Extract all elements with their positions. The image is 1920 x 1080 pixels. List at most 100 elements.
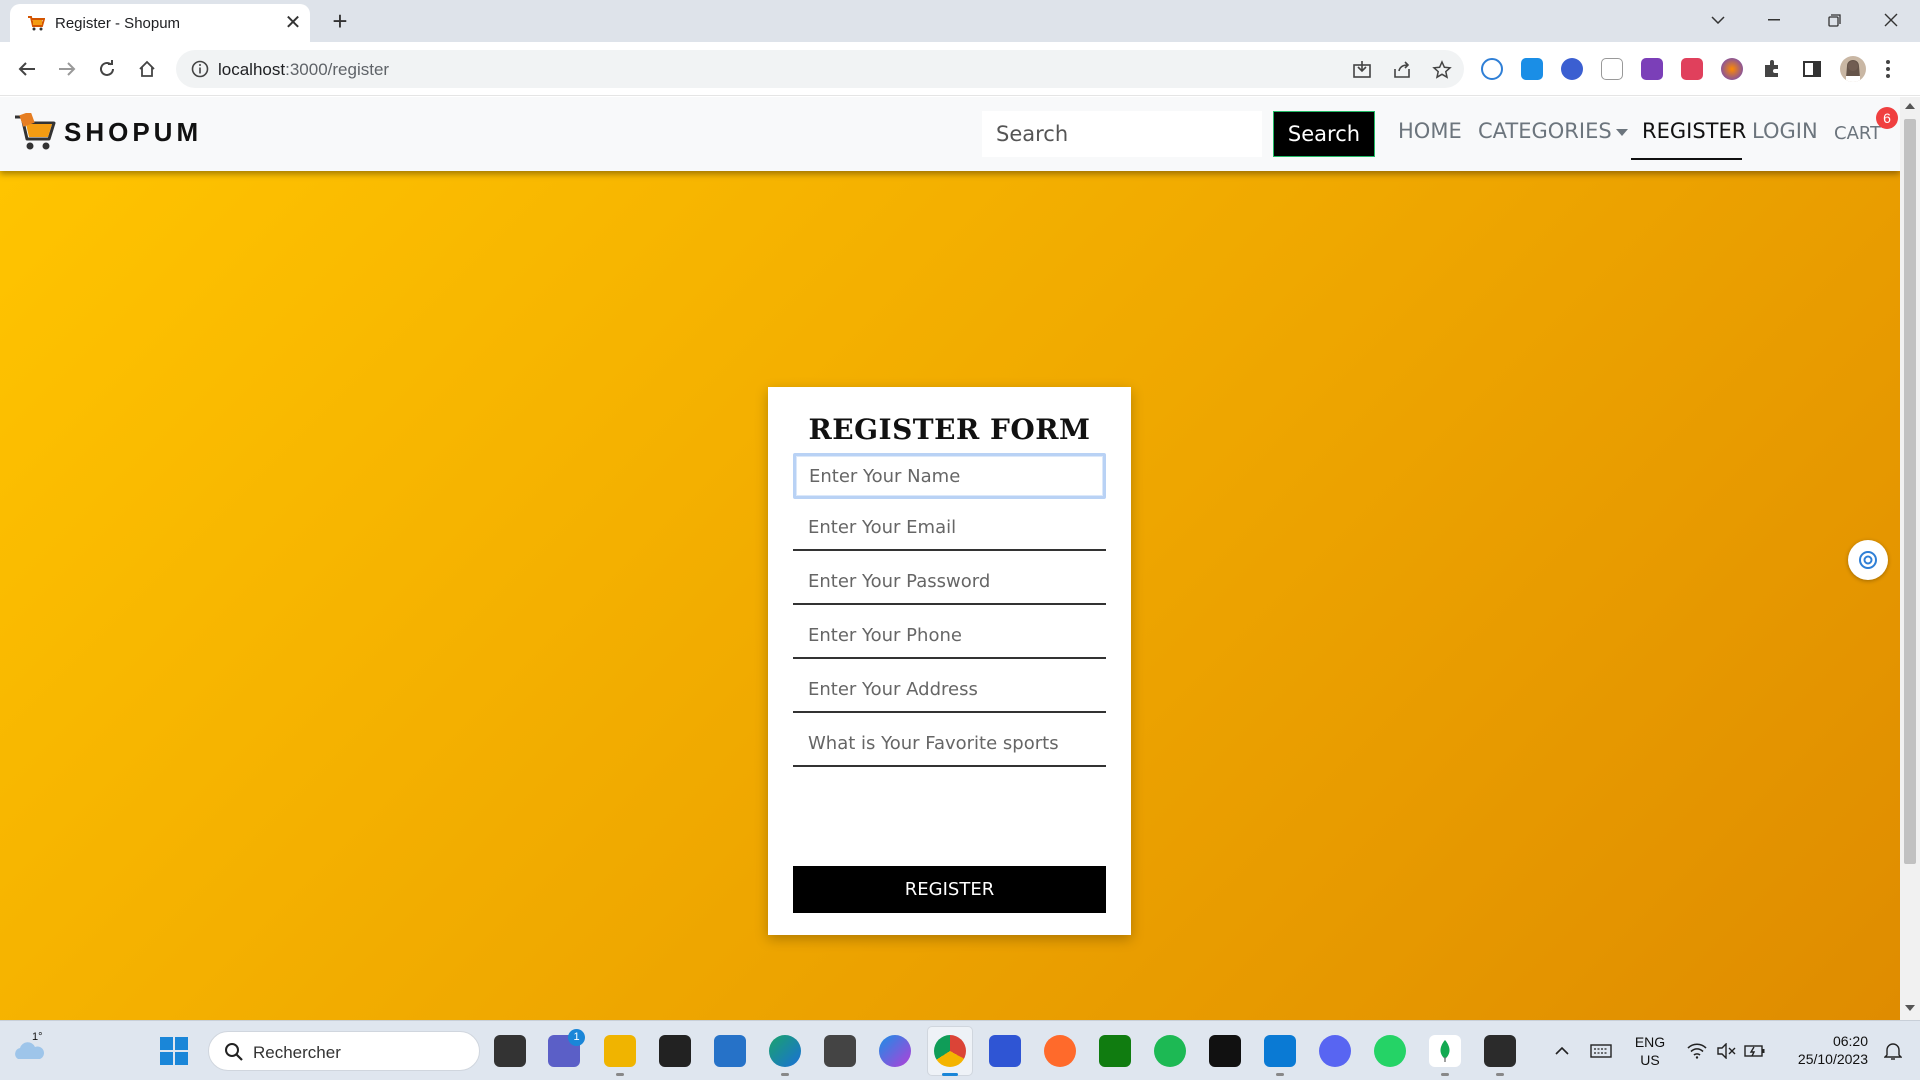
scrollbar-thumb[interactable]	[1904, 119, 1916, 864]
extension-red-icon[interactable]	[1681, 58, 1703, 80]
extensions-puzzle-icon[interactable]	[1761, 58, 1783, 80]
keyboard-icon[interactable]	[1588, 1039, 1614, 1063]
tab-close-icon[interactable]: ✕	[282, 10, 304, 36]
unity-hub-icon[interactable]	[824, 1035, 856, 1067]
system-clock[interactable]: 06:20 25/10/2023	[1780, 1032, 1868, 1068]
nav-link-categories-label: CATEGORIES	[1478, 119, 1612, 143]
ai-assistant-float-icon[interactable]	[1848, 540, 1888, 580]
cart-count-badge: 6	[1876, 107, 1898, 129]
nav-link-register[interactable]: REGISTER	[1642, 119, 1746, 143]
microsoft-store-icon[interactable]	[714, 1035, 746, 1067]
file-explorer-icon[interactable]	[604, 1035, 636, 1067]
reload-icon[interactable]	[93, 55, 121, 83]
browser-tab-active[interactable]: Register - Shopum ✕	[10, 4, 310, 42]
postman-icon[interactable]	[1044, 1035, 1076, 1067]
language-code: ENG	[1634, 1034, 1666, 1050]
bookmark-star-icon[interactable]	[1430, 58, 1454, 82]
nav-link-login[interactable]: LOGIN	[1752, 119, 1818, 143]
nav-link-categories[interactable]: CATEGORIES	[1478, 119, 1628, 143]
scroll-down-arrow-icon[interactable]	[1905, 1005, 1915, 1011]
extension-clipboard-icon[interactable]	[1601, 58, 1623, 80]
address-url: localhost:3000/register	[218, 60, 389, 80]
new-tab-button[interactable]: +	[325, 6, 355, 36]
back-arrow-icon[interactable]	[13, 55, 41, 83]
phone-field[interactable]	[793, 613, 1106, 659]
clock-date: 25/10/2023	[1797, 1051, 1868, 1067]
extension-orb-icon[interactable]	[1721, 58, 1743, 80]
browser-tab-strip: Register - Shopum ✕ +	[0, 0, 1920, 42]
shopum-favicon-icon	[28, 16, 45, 31]
search-button[interactable]: Search	[1273, 111, 1375, 157]
forward-arrow-icon[interactable]	[53, 55, 81, 83]
taskbar-search-box[interactable]: Rechercher	[208, 1031, 480, 1071]
wifi-icon[interactable]	[1684, 1039, 1710, 1063]
register-hero-background: REGISTER FORM REGISTER	[0, 171, 1900, 1020]
brand-name[interactable]: SHOPUM	[64, 117, 202, 148]
editor-app-icon[interactable]	[989, 1035, 1021, 1067]
chrome-running-indicator	[942, 1073, 958, 1076]
home-icon[interactable]	[133, 55, 161, 83]
discord-icon[interactable]	[1319, 1035, 1351, 1067]
active-link-underline	[1631, 158, 1742, 160]
share-icon[interactable]	[1390, 58, 1414, 82]
windows-start-icon[interactable]	[160, 1037, 188, 1065]
weather-temperature: 1°	[32, 1031, 43, 1043]
tab-search-chevron-icon[interactable]	[1695, 0, 1741, 40]
url-path: :3000/register	[285, 60, 390, 79]
region-code: US	[1640, 1052, 1660, 1068]
register-form-card: REGISTER FORM REGISTER	[768, 387, 1131, 935]
nav-link-cart[interactable]: CART	[1834, 123, 1881, 144]
profile-avatar[interactable]	[1840, 56, 1866, 82]
favorite-sports-field[interactable]	[793, 721, 1106, 767]
email-field[interactable]	[793, 505, 1106, 551]
tray-chevron-up-icon[interactable]	[1550, 1039, 1574, 1063]
page-scrollbar[interactable]	[1900, 97, 1920, 1020]
close-window-icon[interactable]	[1868, 0, 1914, 40]
scroll-up-arrow-icon[interactable]	[1905, 103, 1915, 109]
windows-taskbar: 1° Rechercher 1 ENG US 06:20 25/10/2023	[0, 1020, 1920, 1080]
sticky-notes-icon[interactable]	[659, 1035, 691, 1067]
xbox-icon[interactable]	[1099, 1035, 1131, 1067]
minimize-window-icon[interactable]	[1751, 0, 1797, 40]
restore-window-icon[interactable]	[1811, 0, 1857, 40]
nav-link-home[interactable]: HOME	[1398, 119, 1462, 143]
battery-charging-icon[interactable]	[1742, 1039, 1768, 1063]
register-submit-button[interactable]: REGISTER	[793, 866, 1106, 913]
extension-circle-icon[interactable]	[1481, 58, 1503, 80]
input-language[interactable]: ENG US	[1630, 1033, 1670, 1069]
vscode-icon[interactable]	[1264, 1035, 1296, 1067]
edge-running-indicator	[781, 1073, 789, 1076]
name-field[interactable]	[793, 453, 1106, 499]
terminal-running-indicator	[1496, 1073, 1504, 1076]
side-panel-icon[interactable]	[1801, 58, 1823, 80]
address-bar[interactable]: localhost:3000/register	[176, 50, 1464, 88]
spotify-icon[interactable]	[1154, 1035, 1186, 1067]
edge-browser-icon[interactable]	[769, 1035, 801, 1067]
messenger-icon[interactable]	[879, 1035, 911, 1067]
affinity-app-icon[interactable]	[1209, 1035, 1241, 1067]
taskbar-search-text: Rechercher	[253, 1043, 341, 1062]
volume-muted-icon[interactable]	[1713, 1039, 1739, 1063]
chrome-icon[interactable]	[934, 1035, 966, 1067]
extension-globe-icon[interactable]	[1561, 58, 1583, 80]
extension-purple-icon[interactable]	[1641, 58, 1663, 80]
whatsapp-icon[interactable]	[1374, 1035, 1406, 1067]
task-view-icon[interactable]	[494, 1035, 526, 1067]
extension-drop-icon[interactable]	[1521, 58, 1543, 80]
address-field[interactable]	[793, 667, 1106, 713]
browser-menu-icon[interactable]	[1883, 56, 1893, 82]
mongodb-running-indicator	[1441, 1073, 1449, 1076]
install-app-icon[interactable]	[1350, 58, 1374, 82]
site-info-icon[interactable]	[190, 59, 210, 79]
notification-bell-icon[interactable]	[1880, 1039, 1906, 1063]
search-icon	[225, 1043, 243, 1061]
mongodb-compass-icon[interactable]	[1429, 1035, 1461, 1067]
terminal-icon[interactable]	[1484, 1035, 1516, 1067]
cart-logo-icon[interactable]	[13, 113, 57, 153]
form-title: REGISTER FORM	[808, 413, 1091, 446]
vscode-running-indicator	[1276, 1073, 1284, 1076]
site-navbar: SHOPUM Search HOME CATEGORIES REGISTER L…	[0, 97, 1900, 171]
search-input[interactable]	[982, 111, 1262, 157]
password-field[interactable]	[793, 559, 1106, 605]
teams-notification-badge: 1	[568, 1029, 585, 1046]
